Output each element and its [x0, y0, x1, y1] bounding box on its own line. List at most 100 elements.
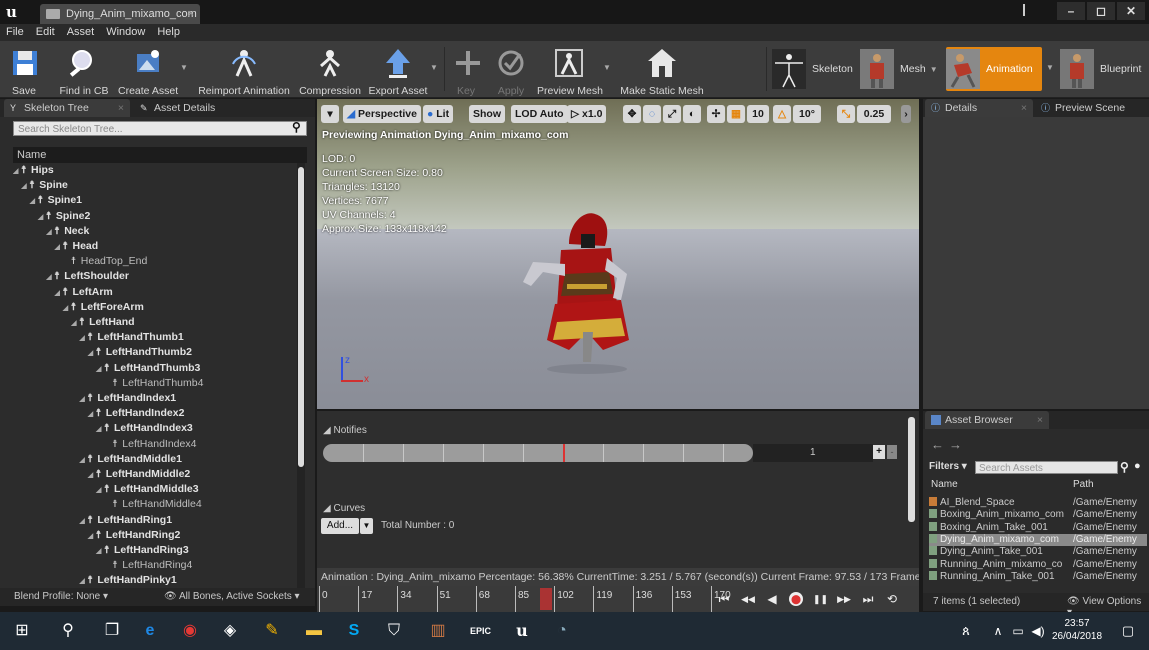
surface-snap-icon[interactable]: ✢: [707, 105, 725, 123]
blueprint-mode-button[interactable]: Blueprint: [1060, 47, 1141, 91]
step-back-icon[interactable]: ◀◀: [741, 592, 755, 606]
play-reverse-icon[interactable]: ◀: [765, 592, 779, 606]
menu-edit[interactable]: Edit: [30, 24, 61, 41]
expand-arrow-icon[interactable]: ◢: [79, 331, 87, 346]
playhead-cursor[interactable]: [540, 588, 552, 610]
asset-search-input[interactable]: Search Assets: [975, 461, 1118, 474]
notify-track[interactable]: [323, 444, 753, 462]
expand-arrow-icon[interactable]: ◢: [21, 179, 29, 194]
tree-column-header[interactable]: Name: [13, 147, 307, 163]
tab-asset-details[interactable]: ✎ Asset Details: [134, 99, 254, 117]
create-asset-button[interactable]: Create Asset: [118, 43, 178, 97]
minimize-button[interactable]: –: [1057, 2, 1085, 20]
bone-row[interactable]: ◢ ☨ LeftShoulder: [46, 269, 129, 284]
pause-icon[interactable]: ❚❚: [813, 592, 828, 606]
playback-speed-button[interactable]: ▷ x1.0: [567, 105, 607, 123]
back-arrow-icon[interactable]: ←: [931, 437, 944, 452]
add-curve-button[interactable]: Add...: [321, 518, 359, 534]
skeleton-search-input[interactable]: Search Skeleton Tree...: [13, 121, 307, 136]
find-in-cb-button[interactable]: Find in CB: [58, 43, 110, 97]
expand-arrow-icon[interactable]: ◢: [88, 468, 96, 483]
bone-row[interactable]: ☨ LeftHandThumb4: [104, 376, 203, 391]
mesh-mode-button[interactable]: Mesh ▼: [860, 47, 938, 91]
bone-row[interactable]: ◢ ☨ LeftArm: [55, 285, 113, 300]
grid-snap-icon[interactable]: ▦: [727, 105, 745, 123]
skeleton-mode-button[interactable]: Skeleton: [772, 47, 853, 91]
close-tab-icon[interactable]: ×: [118, 99, 124, 117]
to-start-icon[interactable]: ⏮: [717, 592, 731, 606]
step-forward-icon[interactable]: ▶▶: [837, 592, 851, 606]
close-tab-icon[interactable]: ×: [1021, 99, 1027, 117]
show-button[interactable]: Show: [469, 105, 505, 123]
expand-arrow-icon[interactable]: ◢: [46, 270, 54, 285]
export-dropdown-icon[interactable]: ▼: [430, 63, 438, 72]
bone-row[interactable]: ◢ ☨ LeftHandIndex3: [96, 421, 193, 436]
expand-arrow-icon[interactable]: ◢: [71, 316, 79, 331]
bone-row[interactable]: ◢ ☨ LeftHandIndex2: [88, 406, 185, 421]
scale-icon[interactable]: ⤢: [663, 105, 681, 123]
bone-row[interactable]: ◢ ☨ Hips: [13, 163, 54, 178]
expand-arrow-icon[interactable]: ◢: [96, 422, 104, 437]
search-icon[interactable]: ⚲: [58, 621, 78, 641]
asset-column-name[interactable]: Name: [931, 479, 958, 490]
to-end-icon[interactable]: ⏭: [861, 592, 875, 606]
expand-arrow-icon[interactable]: ◢: [79, 514, 87, 529]
menu-window[interactable]: Window: [100, 24, 151, 41]
blend-profile-dropdown[interactable]: Blend Profile: None ▾: [14, 591, 108, 602]
skype-icon[interactable]: S: [344, 621, 364, 641]
expand-arrow-icon[interactable]: ◢: [88, 529, 96, 544]
store-icon[interactable]: ⛉: [384, 621, 404, 641]
expand-arrow-icon[interactable]: ◢: [96, 544, 104, 559]
animation-mode-button[interactable]: Animation: [946, 47, 1042, 91]
lit-button[interactable]: ● Lit: [423, 105, 454, 123]
expand-arrow-icon[interactable]: ◢: [79, 574, 87, 588]
scale-snap-icon[interactable]: ⤡: [837, 105, 855, 123]
record-icon[interactable]: ⬤: [789, 592, 803, 606]
asset-row[interactable]: Dying_Anim_Take_001/Game/Enemy: [929, 546, 1147, 558]
apply-button[interactable]: Apply: [493, 43, 529, 97]
asset-row[interactable]: Boxing_Anim_mixamo_com/Game/Enemy: [929, 509, 1147, 521]
rotation-snap-value[interactable]: 10°: [793, 105, 821, 123]
key-button[interactable]: Key: [451, 43, 481, 97]
preview-mesh-dropdown-icon[interactable]: ▼: [603, 63, 611, 72]
filters-dropdown[interactable]: Filters ▾: [929, 461, 967, 472]
bone-row[interactable]: ☨ HeadTop_End: [63, 254, 148, 269]
bone-row[interactable]: ◢ ☨ Spine2: [38, 209, 90, 224]
expand-arrow-icon[interactable]: ◢: [79, 392, 87, 407]
close-button[interactable]: ✕: [1117, 2, 1145, 20]
menu-help[interactable]: Help: [151, 24, 186, 41]
tab-asset-browser[interactable]: Asset Browser ×: [925, 411, 1049, 429]
bone-row[interactable]: ◢ ☨ LeftForeArm: [63, 300, 144, 315]
unreal-logo-icon[interactable]: u: [6, 3, 17, 21]
expand-arrow-icon[interactable]: ◢: [79, 453, 87, 468]
viewport-options-button[interactable]: ▾: [321, 105, 339, 123]
coordinate-space-icon[interactable]: ◐: [683, 105, 701, 123]
tab-preview-scene[interactable]: ⓘ Preview Scene: [1035, 99, 1149, 117]
volume-icon[interactable]: ◀): [1028, 621, 1048, 641]
translate-icon[interactable]: ✥: [623, 105, 641, 123]
preview-viewport[interactable]: ▾ ◢ Perspective ● Lit Show LOD Auto ▷ x1…: [317, 99, 919, 409]
rotate-icon[interactable]: ◌: [643, 105, 661, 123]
expand-arrow-icon[interactable]: ◢: [88, 407, 96, 422]
bone-row[interactable]: ◢ ☨ LeftHandMiddle1: [79, 452, 182, 467]
bone-row[interactable]: ◢ ☨ LeftHand: [71, 315, 135, 330]
asset-row[interactable]: Running_Anim_mixamo_co/Game/Enemy: [929, 558, 1147, 571]
animation-mode-dropdown-icon[interactable]: ▼: [1046, 63, 1054, 72]
save-button[interactable]: Save: [8, 43, 40, 97]
bone-row[interactable]: ☨ LeftHandIndex4: [104, 437, 196, 452]
expand-arrow-icon[interactable]: ◢: [30, 194, 38, 209]
bone-row[interactable]: ◢ ☨ LeftHandThumb3: [96, 361, 200, 376]
bone-row[interactable]: ◢ ☨ LeftHandRing1: [79, 513, 172, 528]
add-notify-track-button[interactable]: +: [873, 445, 885, 459]
make-static-mesh-button[interactable]: Make Static Mesh: [619, 43, 705, 97]
pencil-app-icon[interactable]: ✎: [262, 621, 282, 641]
timeline-scrollbar[interactable]: [908, 417, 915, 522]
steam-icon[interactable]: ◈: [220, 621, 240, 641]
menu-asset[interactable]: Asset: [61, 24, 101, 41]
expand-arrow-icon[interactable]: ◢: [55, 240, 63, 255]
close-tab-icon[interactable]: ×: [1037, 411, 1043, 429]
reimport-animation-button[interactable]: Reimport Animation: [196, 43, 292, 97]
asset-column-path[interactable]: Path: [1073, 479, 1094, 490]
create-asset-dropdown-icon[interactable]: ▼: [180, 63, 188, 72]
bone-row[interactable]: ◢ ☨ Spine: [21, 178, 68, 193]
